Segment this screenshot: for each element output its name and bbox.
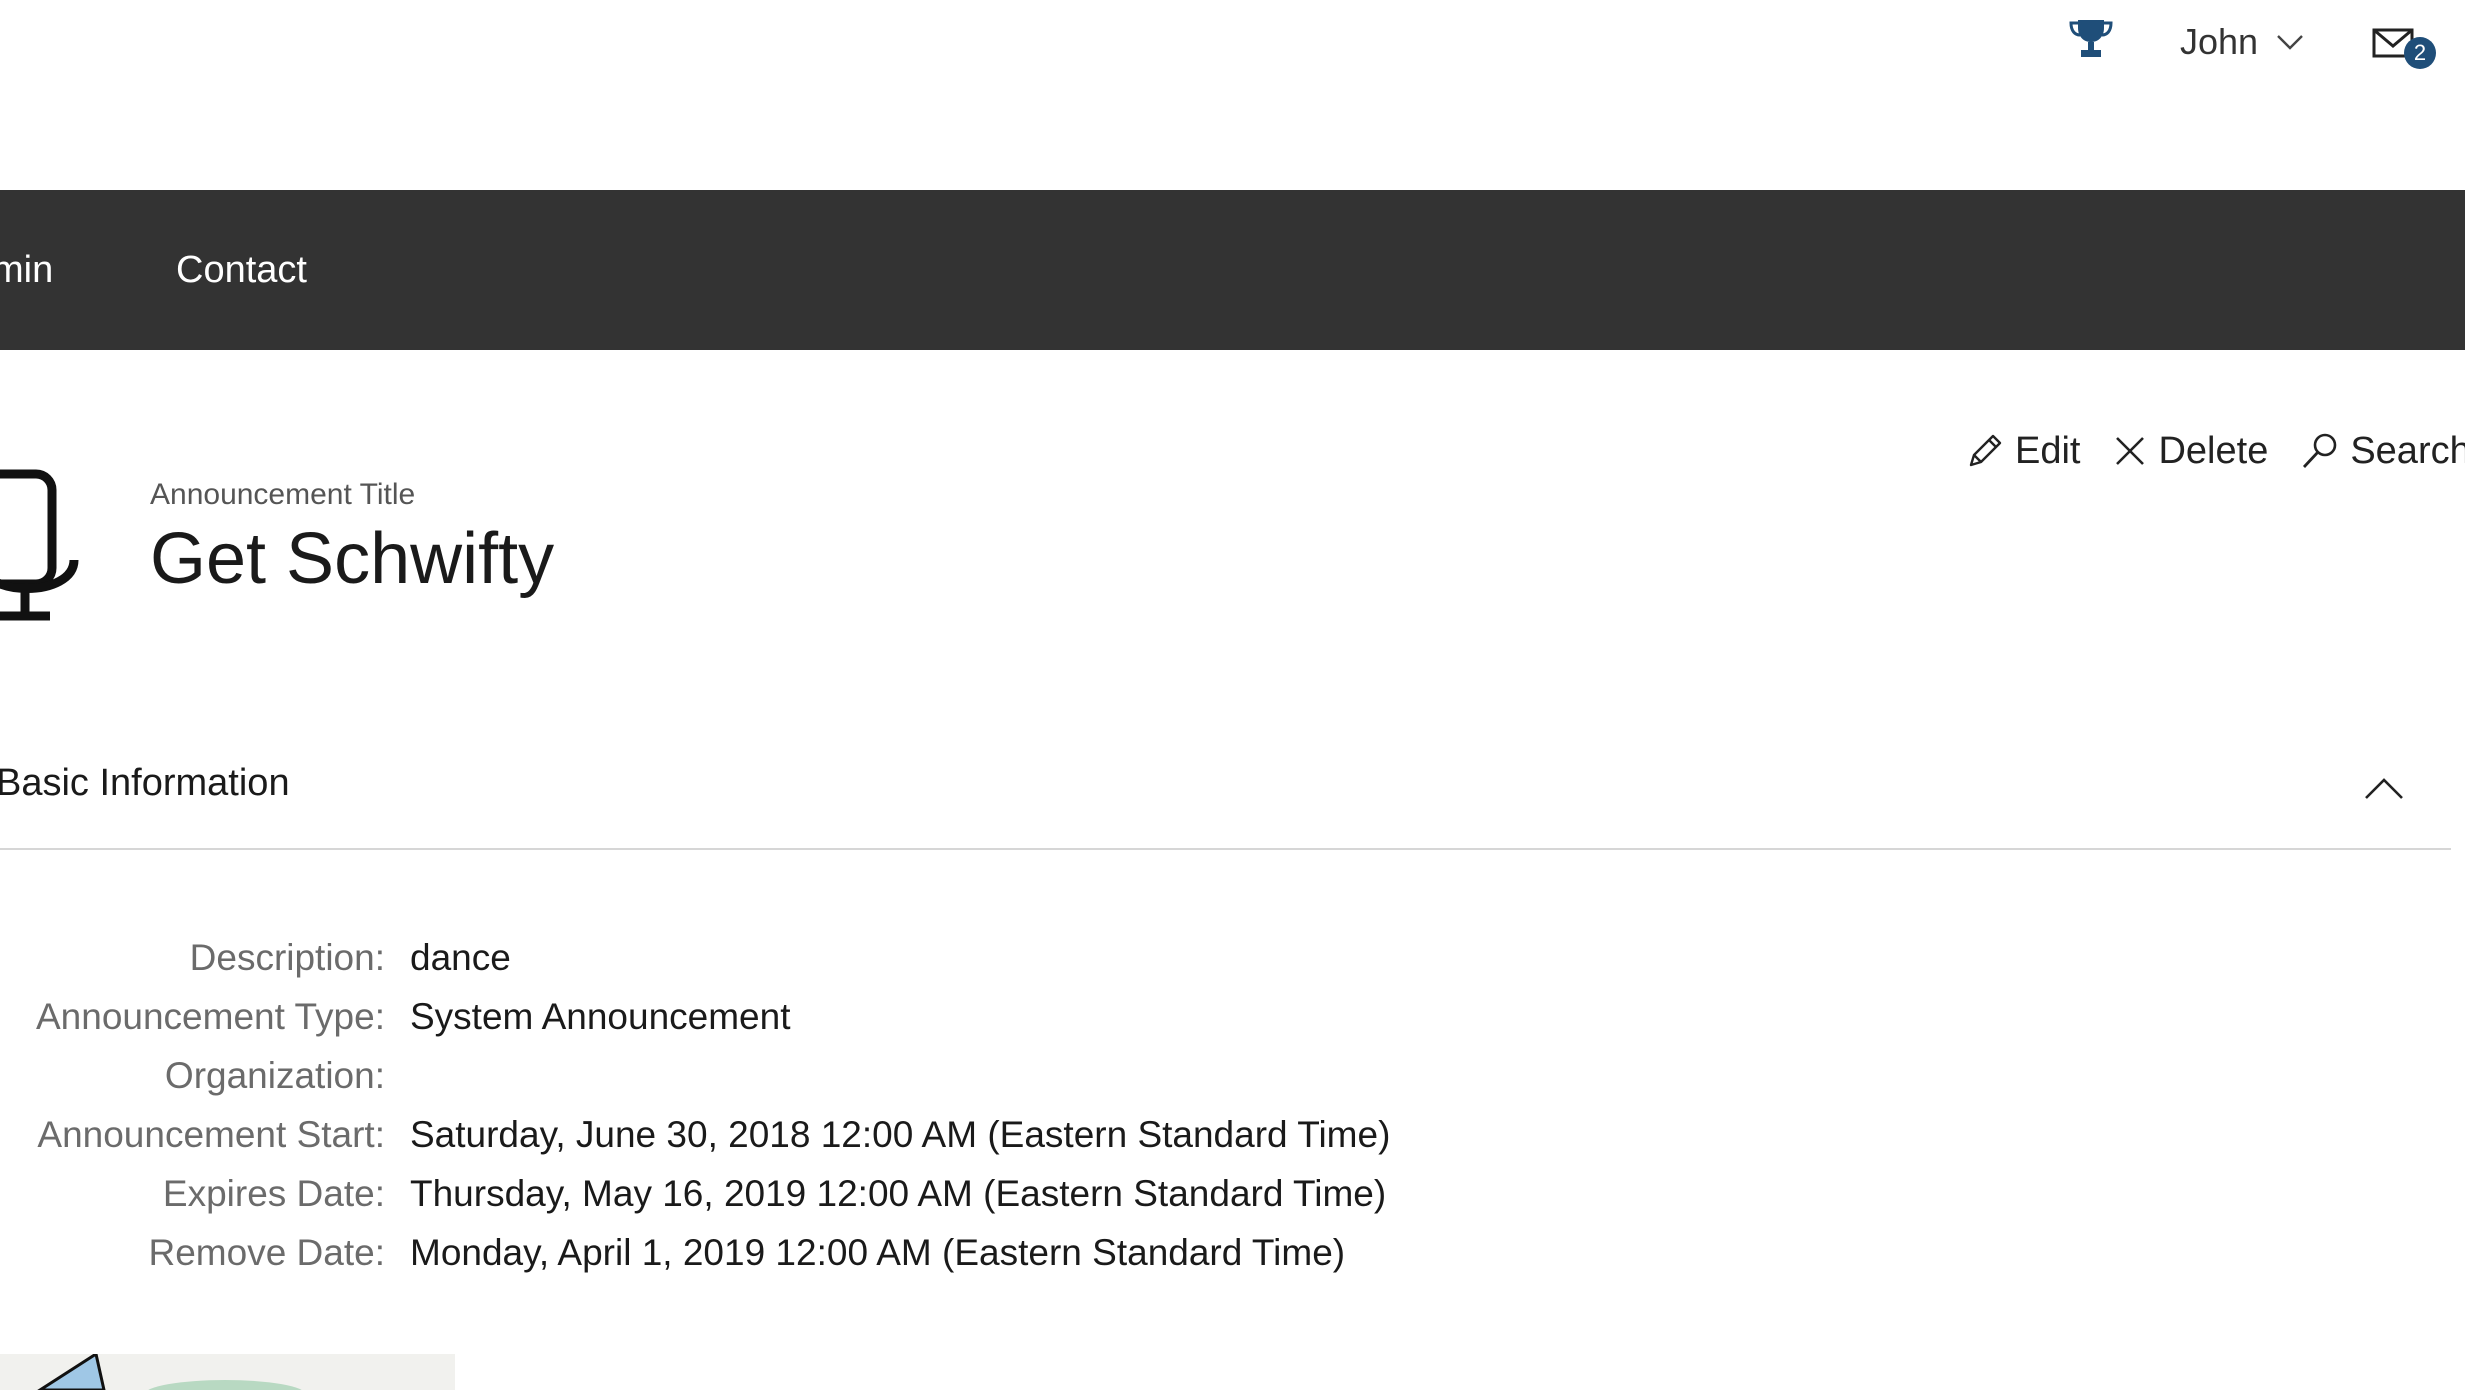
search-button[interactable]: Search (2300, 430, 2465, 473)
main-navbar: min Contact (0, 190, 2465, 350)
pencil-icon (1969, 434, 2002, 467)
search-icon (2303, 433, 2337, 468)
nav-item-admin[interactable]: min (0, 190, 53, 350)
field-label: Announcement Type: (35, 995, 385, 1037)
field-value: System Announcement (410, 995, 791, 1037)
image-graphic (37, 1354, 302, 1390)
field-description: Description: dance (0, 928, 1390, 987)
section-divider (0, 848, 2451, 850)
notification-badge: 2 (2404, 37, 2436, 69)
field-label: Announcement Start: (37, 1113, 385, 1155)
field-label: Organization: (164, 1054, 385, 1096)
field-label: Remove Date: (148, 1231, 386, 1273)
field-list: Description: dance Announcement Type: Sy… (0, 928, 1390, 1282)
field-remove-date: Remove Date: Monday, April 1, 2019 12:00… (0, 1223, 1390, 1282)
field-announcement-start: Announcement Start: Saturday, June 30, 2… (0, 1105, 1390, 1164)
field-expires-date: Expires Date: Thursday, May 16, 2019 12:… (0, 1164, 1390, 1223)
trophy-icon[interactable] (2068, 18, 2114, 60)
chevron-up-icon[interactable] (2364, 776, 2404, 800)
field-organization: Organization: (0, 1046, 1390, 1105)
edit-label: Edit (2015, 429, 2081, 472)
user-name: John (2180, 21, 2259, 62)
field-value: Thursday, May 16, 2019 12:00 AM (Eastern… (410, 1172, 1387, 1214)
delete-label: Delete (2158, 429, 2269, 472)
field-label: Description: (189, 936, 385, 978)
title-label: Announcement Title (150, 478, 416, 511)
field-value: dance (410, 936, 511, 978)
field-label: Expires Date: (162, 1172, 385, 1214)
delete-button[interactable]: Delete (2112, 430, 2268, 473)
field-announcement-type: Announcement Type: System Announcement (0, 987, 1390, 1046)
close-icon (2116, 437, 2145, 465)
user-menu[interactable]: John (2180, 16, 2304, 68)
chevron-down-icon (2277, 35, 2303, 50)
section-title: Basic Information (0, 762, 290, 804)
field-value: Monday, April 1, 2019 12:00 AM (Eastern … (410, 1231, 1346, 1273)
search-label: Search (2350, 429, 2465, 472)
page-title: Get Schwifty (150, 519, 555, 599)
edit-button[interactable]: Edit (1965, 430, 2080, 473)
field-value: Saturday, June 30, 2018 12:00 AM (Easter… (410, 1113, 1391, 1155)
nav-item-contact[interactable]: Contact (176, 190, 307, 350)
announcement-image (0, 1354, 455, 1390)
top-bar: John 2 (0, 0, 2465, 190)
record-actions: Edit Delete Search (1965, 420, 2465, 482)
microphone-icon (0, 469, 79, 621)
